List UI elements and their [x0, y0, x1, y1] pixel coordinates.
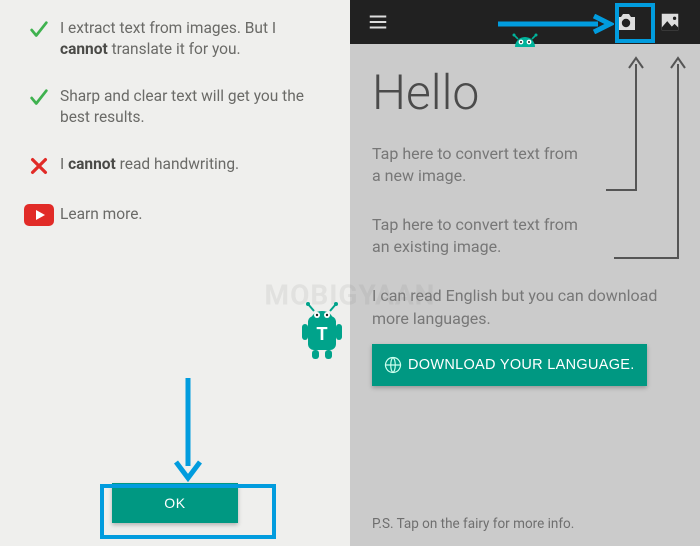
- camera-tip: Tap here to convert text from a new imag…: [372, 143, 582, 186]
- fairy-character: T: [294, 296, 350, 364]
- gallery-tip: Tap here to convert text from an existin…: [372, 214, 592, 257]
- intro-bullet: Sharp and clear text will get you the be…: [18, 86, 326, 128]
- app-header: [350, 0, 700, 44]
- download-language-button[interactable]: DOWNLOAD YOUR LANGUAGE.: [372, 344, 647, 386]
- menu-button[interactable]: [358, 11, 398, 33]
- language-tip: I can read English but you can download …: [372, 285, 678, 330]
- globe-icon: [384, 356, 402, 374]
- check-icon: [18, 86, 60, 109]
- intro-text: Sharp and clear text will get you the be…: [60, 86, 326, 128]
- hello-heading: Hello: [372, 64, 678, 121]
- download-language-label: DOWNLOAD YOUR LANGUAGE.: [408, 357, 635, 373]
- ok-button[interactable]: OK: [112, 483, 238, 523]
- camera-button[interactable]: [604, 11, 648, 33]
- intro-text: I extract text from images. But I cannot…: [60, 18, 326, 60]
- fairy-icon[interactable]: [510, 32, 540, 51]
- svg-text:T: T: [317, 324, 328, 344]
- cross-icon: [18, 154, 60, 177]
- check-icon: [18, 18, 60, 41]
- ps-text: P.S. Tap on the fairy for more info.: [372, 516, 574, 532]
- button-bar: OK: [0, 460, 350, 546]
- intro-bullet: I cannot read handwriting.: [18, 154, 326, 177]
- intro-bullet: Learn more.: [18, 203, 326, 226]
- intro-text: I cannot read handwriting.: [60, 154, 239, 175]
- main-panel: Hello Tap here to convert text from a ne…: [350, 0, 700, 546]
- intro-bullet: I extract text from images. But I cannot…: [18, 18, 326, 60]
- youtube-icon: [18, 203, 60, 226]
- intro-panel: I extract text from images. But I cannot…: [0, 0, 350, 546]
- intro-text: Learn more.: [60, 204, 143, 225]
- gallery-button[interactable]: [648, 11, 692, 33]
- main-body: Hello Tap here to convert text from a ne…: [350, 44, 700, 546]
